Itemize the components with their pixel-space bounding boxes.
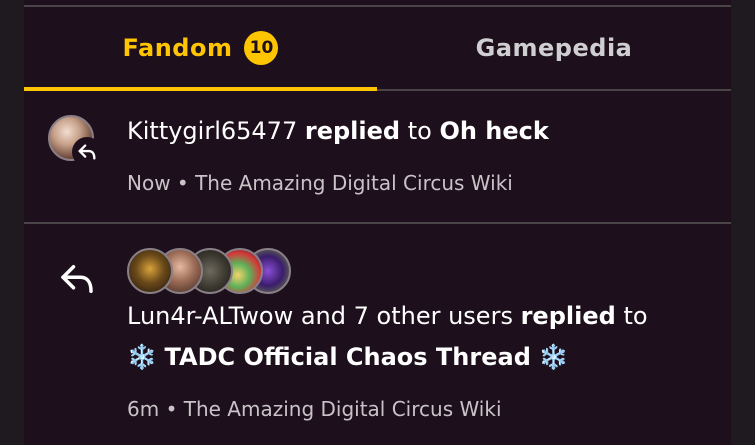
- meta-separator: •: [165, 397, 178, 421]
- notification-meta: Now • The Amazing Digital Circus Wiki: [127, 171, 513, 195]
- reply-arrow-icon: [78, 144, 96, 160]
- snowflake-icon: ❄️: [538, 343, 569, 371]
- notification-item[interactable]: Lun4r-ALTwow and 7 other users replied t…: [24, 224, 731, 445]
- notification-connector: to: [623, 302, 648, 330]
- notification-action: replied: [520, 302, 616, 330]
- tab-gamepedia[interactable]: Gamepedia: [377, 7, 731, 89]
- notification-connector: to: [407, 117, 432, 145]
- reply-arrow-icon: [61, 265, 93, 293]
- notification-target: Oh heck: [439, 117, 549, 145]
- notification-time: 6m: [127, 397, 160, 421]
- notification-text: Lun4r-ALTwow and 7 other users replied t…: [127, 302, 648, 330]
- notification-item[interactable]: Kittygirl65477 replied to Oh heck Now • …: [24, 91, 731, 224]
- snowflake-icon: ❄️: [127, 343, 157, 371]
- notification-meta: 6m • The Amazing Digital Circus Wiki: [127, 397, 502, 421]
- notification-user: Kittygirl65477: [127, 117, 298, 145]
- notifications-panel: Fandom 10 Gamepedia Kittygirl65477 repli…: [24, 0, 731, 445]
- tab-gamepedia-label: Gamepedia: [475, 34, 633, 62]
- tab-fandom-label: Fandom: [122, 34, 233, 62]
- meta-separator: •: [176, 171, 189, 195]
- avatar-stack: [127, 248, 297, 294]
- notification-time: Now: [127, 171, 171, 195]
- unread-count-badge: 10: [244, 31, 279, 65]
- notification-wiki: The Amazing Digital Circus Wiki: [183, 397, 502, 421]
- notification-users: Lun4r-ALTwow and 7 other users: [127, 302, 513, 330]
- notification-tabs: Fandom 10 Gamepedia: [24, 7, 731, 91]
- notification-action: replied: [304, 117, 401, 145]
- notification-wiki: The Amazing Digital Circus Wiki: [195, 171, 513, 195]
- tab-fandom[interactable]: Fandom 10: [24, 7, 377, 91]
- avatar: [127, 248, 173, 294]
- notification-target-line: ❄️ TADC Official Chaos Thread ❄️: [127, 343, 568, 371]
- reply-badge: [72, 137, 102, 167]
- notification-target: TADC Official Chaos Thread: [164, 343, 531, 371]
- notification-text: Kittygirl65477 replied to Oh heck: [127, 117, 549, 145]
